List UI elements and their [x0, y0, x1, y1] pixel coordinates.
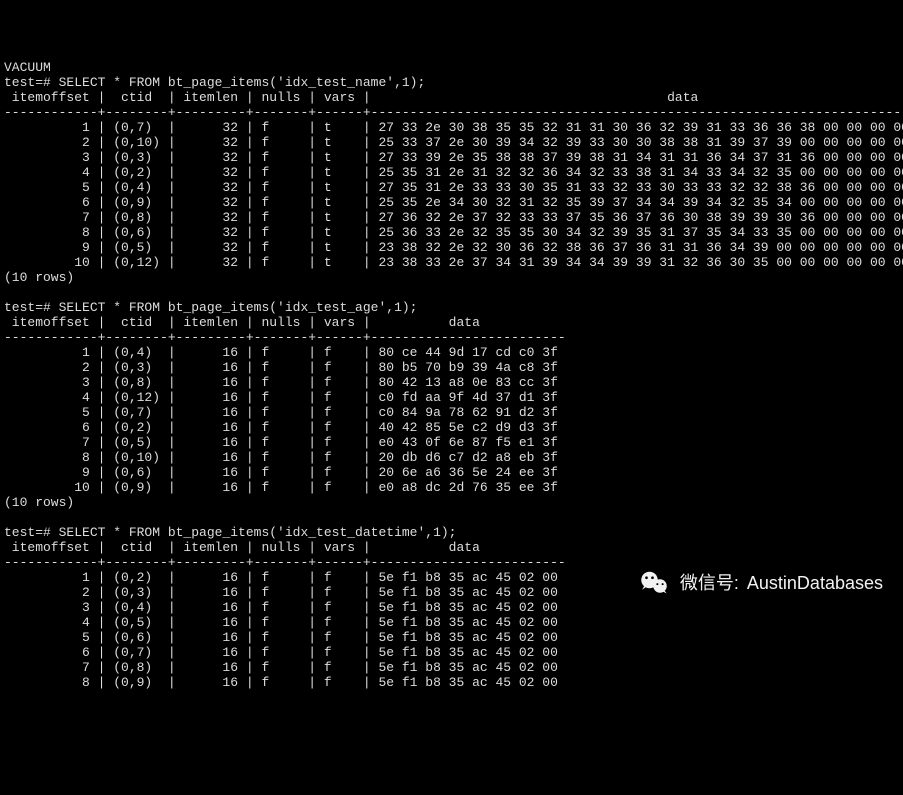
wechat-icon [636, 565, 672, 601]
watermark-label: 微信号: [680, 576, 739, 591]
watermark-value: AustinDatabases [747, 576, 883, 591]
watermark-overlay: 微信号: AustinDatabases [636, 565, 883, 601]
